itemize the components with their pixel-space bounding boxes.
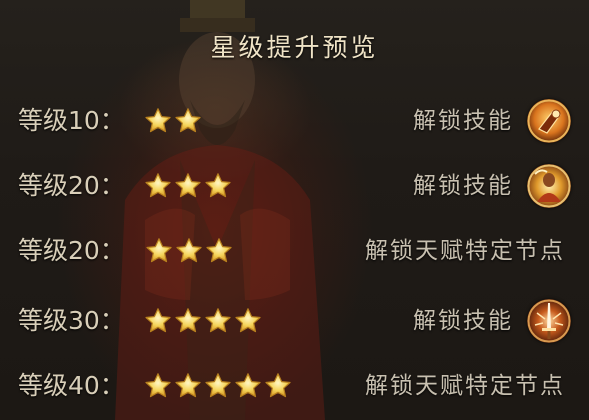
star-icon bbox=[175, 108, 201, 133]
star-icon bbox=[145, 173, 171, 198]
star-icon bbox=[206, 238, 232, 263]
star-rating bbox=[144, 372, 292, 400]
star-rating bbox=[145, 237, 233, 265]
level-label: 等级20： bbox=[18, 171, 125, 200]
level-label: 等级20： bbox=[18, 236, 125, 265]
star-icon bbox=[175, 173, 201, 198]
panel-title: 星级提升预览 bbox=[210, 33, 379, 62]
star-icon bbox=[145, 308, 171, 333]
reward-label: 解锁天赋特定节点 bbox=[365, 373, 565, 399]
star-icon bbox=[205, 373, 231, 398]
skill-icon-seal[interactable] bbox=[527, 99, 571, 143]
star-icon bbox=[145, 108, 171, 133]
skill-icon-warrior[interactable] bbox=[527, 164, 571, 208]
reward-label: 解锁技能 bbox=[413, 173, 513, 199]
star-icon bbox=[205, 308, 231, 333]
reward-label: 解锁天赋特定节点 bbox=[365, 238, 565, 264]
star-icon bbox=[235, 373, 261, 398]
star-icon bbox=[176, 238, 202, 263]
star-icon bbox=[265, 373, 291, 398]
level-label: 等级40： bbox=[18, 371, 125, 400]
star-icon bbox=[175, 373, 201, 398]
star-icon bbox=[205, 173, 231, 198]
star-rating bbox=[144, 307, 262, 335]
star-upgrade-preview-panel: 星级提升预览 等级10： 解锁技能 等级20： 解锁技能 等级20： 解锁天赋特定节点 等级… bbox=[0, 0, 589, 420]
level-row: 等级20： 解锁天赋特定节点 bbox=[0, 226, 589, 276]
level-row: 等级10： 解锁技能 bbox=[0, 96, 589, 146]
reward-label: 解锁技能 bbox=[413, 108, 513, 134]
star-icon bbox=[146, 238, 172, 263]
level-row: 等级20： 解锁技能 bbox=[0, 161, 589, 211]
star-icon bbox=[235, 308, 261, 333]
level-row: 等级30： 解锁技能 bbox=[0, 296, 589, 346]
level-label: 等级10： bbox=[18, 106, 125, 135]
star-icon bbox=[175, 308, 201, 333]
level-label: 等级30： bbox=[18, 306, 125, 335]
level-row: 等级40： 解锁天赋特定节点 bbox=[0, 361, 589, 411]
skill-icon-sword[interactable] bbox=[527, 299, 571, 343]
star-icon bbox=[145, 373, 171, 398]
star-rating bbox=[144, 172, 232, 200]
star-rating bbox=[144, 107, 202, 135]
reward-label: 解锁技能 bbox=[413, 308, 513, 334]
